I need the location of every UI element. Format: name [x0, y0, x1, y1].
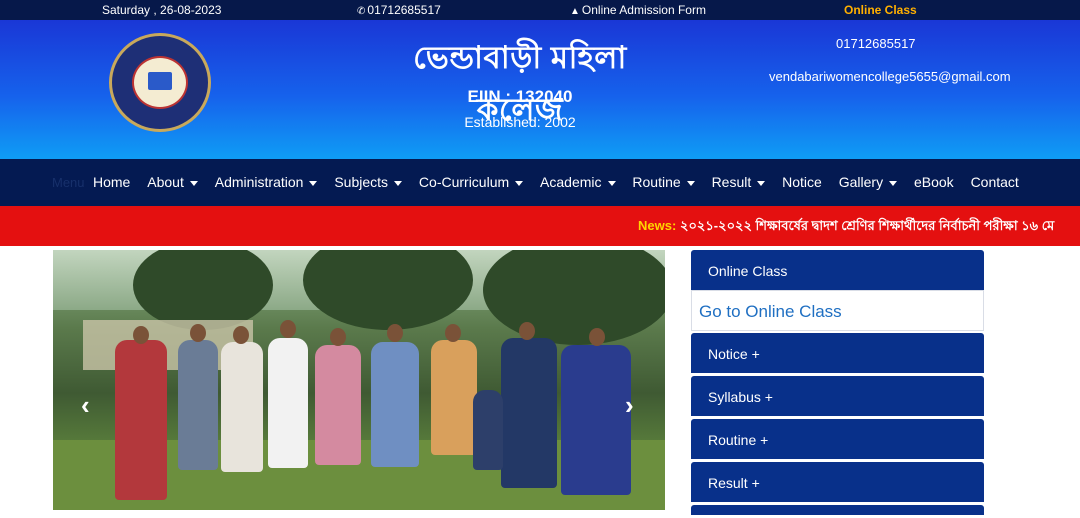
header-phone: 01712685517: [836, 36, 916, 51]
nav-item-label: Home: [93, 174, 131, 190]
routine-panel-toggle[interactable]: Routine +: [691, 419, 984, 459]
slide-photo-person: [473, 390, 503, 470]
slide-photo-person: [371, 342, 419, 467]
news-ticker: News: ২০২১-২০২২ শিক্ষাবর্ষের দ্বাদশ শ্রে…: [0, 206, 1080, 246]
nav-item-notice[interactable]: Notice: [782, 174, 822, 190]
top-phone-text: 01712685517: [367, 3, 441, 17]
nav-item-label: Gallery: [838, 174, 884, 190]
nav-item-label: Notice: [782, 174, 822, 190]
syllabus-panel-toggle[interactable]: Syllabus +: [691, 376, 984, 416]
current-date: Saturday , 26-08-2023: [102, 3, 222, 17]
established-year: Established: 2002: [464, 114, 576, 130]
result-panel-toggle[interactable]: Result +: [691, 462, 984, 502]
menu-label: Menu: [52, 175, 85, 190]
slide-photo-tree: [133, 250, 273, 330]
slider-prev-button[interactable]: ‹: [81, 390, 90, 421]
slide-photo-person: [178, 340, 218, 470]
slide-photo-person: [280, 320, 296, 338]
nav-item-label: Result: [711, 174, 752, 190]
caret-down-icon: [686, 180, 695, 186]
nav-item-routine[interactable]: Routine: [632, 174, 695, 190]
image-slider[interactable]: ‹ ›: [53, 250, 665, 510]
online-admission-link[interactable]: ▲ Online Admission Form: [570, 3, 706, 17]
site-header: ভেন্ডাবাড়ী মহিলা কলেজ EIIN : 132040 Est…: [0, 20, 1080, 159]
nav-item-label: About: [147, 174, 184, 190]
news-label: News:: [638, 218, 677, 233]
graduation-cap-icon: ▲: [570, 6, 580, 17]
slide-photo-tree: [483, 250, 665, 345]
nav-item-label: eBook: [913, 174, 954, 190]
nav-item-label: Routine: [632, 174, 681, 190]
logo-emblem: [132, 56, 188, 109]
online-class-panel-title: Online Class: [691, 250, 984, 290]
slide-photo-person: [519, 322, 535, 340]
nav-item-co-curriculum[interactable]: Co-Curriculum: [418, 174, 524, 190]
slide-photo-person: [233, 326, 249, 344]
nav-item-subjects[interactable]: Subjects: [334, 174, 403, 190]
nav-item-gallery[interactable]: Gallery: [838, 174, 898, 190]
news-text[interactable]: ২০২১-২০২২ শিক্ষাবর্ষের দ্বাদশ শ্রেণির শি…: [680, 217, 1054, 238]
caret-down-icon: [889, 180, 898, 186]
nav-item-about[interactable]: About: [147, 174, 198, 190]
notice-panel-toggle[interactable]: Notice +: [691, 333, 984, 373]
online-class-link[interactable]: Online Class: [844, 3, 917, 17]
caret-down-icon: [757, 180, 766, 186]
book-icon: [148, 72, 172, 90]
nav-list: Home About Administration Subjects Co-Cu…: [93, 174, 1032, 190]
slider-next-button[interactable]: ›: [625, 390, 634, 421]
slide-photo-person: [561, 345, 631, 495]
caret-down-icon: [394, 180, 403, 186]
slide-photo-person: [501, 338, 557, 488]
eiin-number: EIIN : 132040: [467, 87, 573, 106]
top-bar: Saturday , 26-08-2023 ✆ 01712685517 ▲ Onli…: [0, 0, 1080, 20]
caret-down-icon: [515, 180, 524, 186]
sidebar: Online Class Go to Online Class Notice +…: [691, 250, 984, 518]
nav-item-ebook[interactable]: eBook: [914, 174, 954, 190]
caret-down-icon: [607, 180, 616, 186]
next-panel-edge: [691, 505, 984, 515]
nav-item-result[interactable]: Result: [712, 174, 766, 190]
slide-photo-tree: [303, 250, 473, 330]
header-email: vendabariwomencollege5655@gmail.com: [769, 69, 1011, 84]
top-phone[interactable]: ✆ 01712685517: [357, 3, 441, 17]
nav-item-label: Contact: [970, 174, 1019, 190]
slide-photo-person: [330, 328, 346, 346]
slide-photo-person: [589, 328, 605, 346]
nav-item-academic[interactable]: Academic: [540, 174, 616, 190]
college-logo[interactable]: [109, 33, 211, 132]
slide-photo-person: [221, 342, 263, 472]
main-navigation: Menu Home About Administration Subjects …: [0, 159, 1080, 206]
go-to-online-class-link[interactable]: Go to Online Class: [691, 290, 984, 331]
phone-icon: ✆: [357, 6, 366, 17]
slide-photo-person: [190, 324, 206, 342]
nav-item-label: Academic: [540, 174, 602, 190]
nav-item-administration[interactable]: Administration: [215, 174, 318, 190]
nav-item-home[interactable]: Home: [93, 174, 130, 190]
caret-down-icon: [309, 180, 318, 186]
slide-photo-person: [268, 338, 308, 468]
caret-down-icon: [189, 180, 198, 186]
nav-item-label: Co-Curriculum: [418, 174, 510, 190]
online-admission-text: Online Admission Form: [581, 3, 706, 17]
slide-photo-person: [387, 324, 403, 342]
nav-item-label: Subjects: [334, 174, 389, 190]
slide-photo-person: [315, 345, 361, 465]
nav-item-label: Administration: [214, 174, 304, 190]
slide-photo-person: [115, 340, 167, 500]
slide-photo-person: [431, 340, 477, 455]
nav-item-contact[interactable]: Contact: [971, 174, 1019, 190]
slide-photo-person: [133, 326, 149, 344]
slide-photo-person: [445, 324, 461, 342]
